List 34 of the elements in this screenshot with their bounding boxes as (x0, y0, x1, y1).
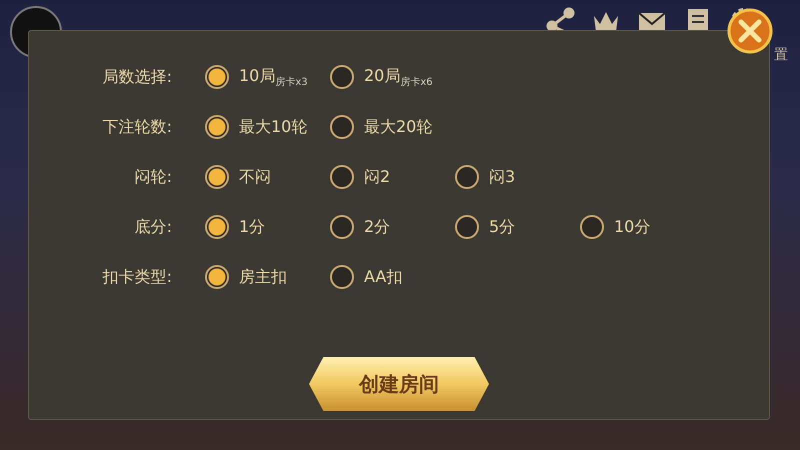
option-label[interactable]: 不闷 (239, 166, 271, 188)
radio-button[interactable] (580, 215, 604, 239)
option-label[interactable]: 20局$_{房卡x6}$ (364, 66, 433, 88)
option-label[interactable]: 闷3 (489, 166, 516, 188)
option-label[interactable]: 10局$_{房卡x3}$ (239, 66, 308, 88)
radio-button[interactable] (330, 265, 354, 289)
radio-button[interactable] (205, 165, 229, 189)
close-icon[interactable] (727, 8, 773, 54)
option-label[interactable]: 1分 (239, 216, 266, 238)
radio-button[interactable] (205, 115, 229, 139)
radio-button[interactable] (205, 215, 229, 239)
option-label[interactable]: 5分 (489, 216, 516, 238)
radio-button[interactable] (205, 65, 229, 89)
option-label[interactable]: 2分 (364, 216, 390, 238)
setting-label: 闷轮: (134, 166, 173, 188)
radio-button[interactable] (455, 215, 479, 239)
radio-button[interactable] (330, 215, 354, 239)
radio-button[interactable] (205, 265, 229, 289)
option-label[interactable]: 房主扣 (239, 266, 287, 288)
option-label[interactable]: 最大10轮 (239, 116, 308, 138)
radio-button[interactable] (330, 165, 354, 189)
setting-label: 底分: (134, 216, 173, 238)
create-room-button[interactable]: 创建房间 (309, 357, 489, 411)
option-label[interactable]: AA扣 (364, 266, 402, 288)
setting-label: 下注轮数: (102, 116, 173, 138)
option-label[interactable]: 10分 (614, 216, 650, 238)
radio-button[interactable] (330, 65, 354, 89)
setting-label: 扣卡类型: (102, 266, 173, 288)
option-label[interactable]: 最大20轮 (364, 116, 432, 138)
option-label[interactable]: 闷2 (364, 166, 390, 188)
radio-button[interactable] (330, 115, 354, 139)
setting-label: 局数选择: (102, 66, 173, 88)
radio-button[interactable] (455, 165, 479, 189)
settings-label: 置 (774, 46, 788, 64)
